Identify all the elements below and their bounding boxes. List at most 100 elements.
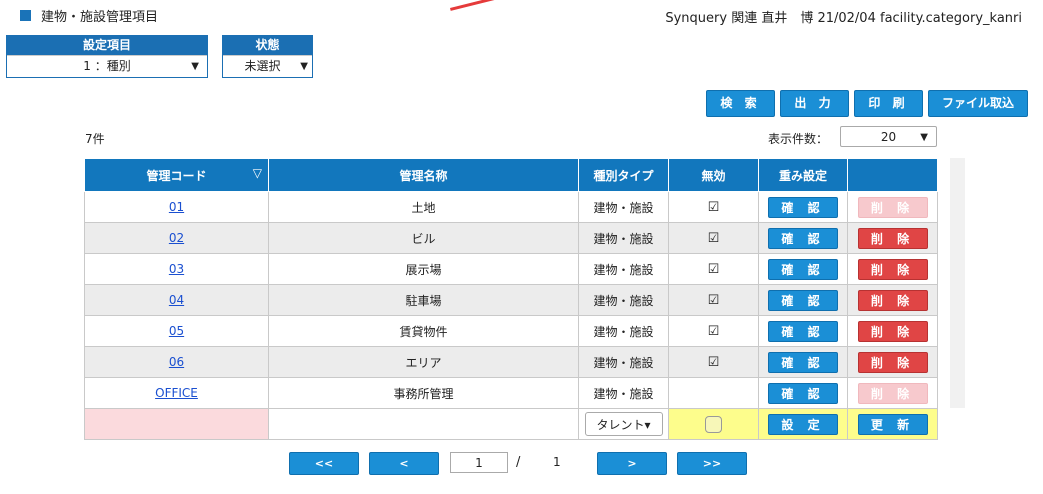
status-select[interactable]: 未選択 ▼ xyxy=(223,55,312,77)
category-table: 管理コード ▽ 管理名称 種別タイプ 無効 重み設定 01 土地 建物・施設 ☑ 確 認… xyxy=(84,158,938,440)
delete-button: 削 除 xyxy=(857,382,928,404)
delete-button[interactable]: 削 除 xyxy=(857,258,928,280)
confirm-button[interactable]: 確 認 xyxy=(768,196,838,218)
code-cell: 06 xyxy=(84,346,269,378)
confirm-button[interactable]: 確 認 xyxy=(768,351,838,373)
action-cell: 削 除 xyxy=(847,284,938,316)
confirm-button[interactable]: 確 認 xyxy=(768,227,838,249)
checkbox-checked-icon: ☑ xyxy=(707,261,720,277)
status-value: 未選択 xyxy=(244,59,281,73)
table-scrollbar[interactable] xyxy=(950,158,965,408)
confirm-button[interactable]: 確 認 xyxy=(768,258,838,280)
code-link[interactable]: 02 xyxy=(169,231,184,245)
delete-button[interactable]: 削 除 xyxy=(857,289,928,311)
code-cell: OFFICE xyxy=(84,377,269,409)
print-button[interactable]: 印 刷 xyxy=(854,90,923,117)
weight-cell: 確 認 xyxy=(758,377,848,409)
weight-cell: 確 認 xyxy=(758,346,848,378)
confirm-button[interactable]: 確 認 xyxy=(768,382,838,404)
action-cell: 削 除 xyxy=(847,191,938,223)
confirm-button[interactable]: 確 認 xyxy=(768,320,838,342)
setting-item-label: 設定項目 xyxy=(7,36,207,55)
code-cell: 03 xyxy=(84,253,269,285)
new-entry-row: タレント▾ 設 定 更 新 xyxy=(84,408,938,440)
table-row: 03 展示場 建物・施設 ☑ 確 認削 除 xyxy=(84,253,938,285)
name-cell: エリア xyxy=(268,346,579,378)
column-header-name: 管理名称 xyxy=(268,158,579,192)
type-cell: 建物・施設 xyxy=(578,346,669,378)
code-link[interactable]: OFFICE xyxy=(155,386,198,400)
setting-item-select[interactable]: 1 ：種別 ▼ xyxy=(7,55,207,77)
action-cell: 削 除 xyxy=(847,315,938,347)
column-header-type: 種別タイプ xyxy=(578,158,669,192)
disabled-cell: ☑ xyxy=(668,253,759,285)
set-button[interactable]: 設 定 xyxy=(768,413,838,435)
per-page-value: 20 xyxy=(880,130,897,144)
code-link[interactable]: 03 xyxy=(169,262,184,276)
name-cell: 賃貸物件 xyxy=(268,315,579,347)
status-filter: 状態 未選択 ▼ xyxy=(222,35,313,78)
output-button[interactable]: 出 力 xyxy=(780,90,849,117)
per-page-select[interactable]: 20 ▼ xyxy=(840,126,937,147)
new-disabled-checkbox[interactable] xyxy=(705,415,722,433)
weight-cell: 確 認 xyxy=(758,315,848,347)
checkbox-checked-icon: ☑ xyxy=(707,230,720,246)
delete-button[interactable]: 削 除 xyxy=(857,227,928,249)
code-link[interactable]: 04 xyxy=(169,293,184,307)
name-cell: 土地 xyxy=(268,191,579,223)
type-cell: 建物・施設 xyxy=(578,315,669,347)
weight-cell: 確 認 xyxy=(758,191,848,223)
action-cell: 削 除 xyxy=(847,346,938,378)
type-cell: 建物・施設 xyxy=(578,284,669,316)
name-cell: 展示場 xyxy=(268,253,579,285)
code-link[interactable]: 06 xyxy=(169,355,184,369)
new-code-input[interactable] xyxy=(84,408,269,440)
page-title: 建物・施設管理項目 xyxy=(41,10,159,25)
column-header-code[interactable]: 管理コード ▽ xyxy=(84,158,269,192)
column-header-disabled: 無効 xyxy=(668,158,759,192)
name-cell: 事務所管理 xyxy=(268,377,579,409)
column-header-weight: 重み設定 xyxy=(758,158,848,192)
delete-button[interactable]: 削 除 xyxy=(857,351,928,373)
code-link[interactable]: 01 xyxy=(169,200,184,214)
page-number-input[interactable]: 1 xyxy=(450,452,508,473)
table-row: 01 土地 建物・施設 ☑ 確 認削 除 xyxy=(84,191,938,223)
code-cell: 01 xyxy=(84,191,269,223)
table-header-row: 管理コード ▽ 管理名称 種別タイプ 無効 重み設定 xyxy=(84,158,938,192)
status-label: 状態 xyxy=(223,36,312,55)
code-link[interactable]: 05 xyxy=(169,324,184,338)
code-cell: 02 xyxy=(84,222,269,254)
code-cell: 05 xyxy=(84,315,269,347)
page-separator: / xyxy=(516,455,521,470)
confirm-button[interactable]: 確 認 xyxy=(768,289,838,311)
table-row: OFFICE 事務所管理 建物・施設 確 認削 除 xyxy=(84,377,938,409)
disabled-cell: ☑ xyxy=(668,191,759,223)
update-button[interactable]: 更 新 xyxy=(857,413,928,435)
new-name-input[interactable] xyxy=(268,408,579,440)
pager-next-button[interactable]: > xyxy=(597,452,667,475)
sort-triangle-icon[interactable]: ▽ xyxy=(253,166,262,180)
record-count: 7件 xyxy=(85,132,105,146)
disabled-cell: ☑ xyxy=(668,346,759,378)
per-page-label: 表示件数： xyxy=(768,132,829,146)
table-row: 02 ビル 建物・施設 ☑ 確 認削 除 xyxy=(84,222,938,254)
chevron-down-icon: ▼ xyxy=(300,61,308,72)
pager-last-button[interactable]: >> xyxy=(677,452,747,475)
name-cell: ビル xyxy=(268,222,579,254)
search-button[interactable]: 検 索 xyxy=(706,90,775,117)
action-cell: 削 除 xyxy=(847,377,938,409)
column-header-actions xyxy=(847,158,938,192)
disabled-cell: ☑ xyxy=(668,222,759,254)
page-total: 1 xyxy=(553,455,561,469)
new-type-select[interactable]: タレント▾ xyxy=(584,412,663,436)
file-import-button[interactable]: ファイル取込 xyxy=(928,90,1028,117)
checkbox-checked-icon: ☑ xyxy=(707,199,720,215)
pager-first-button[interactable]: << xyxy=(289,452,359,475)
pager-prev-button[interactable]: < xyxy=(369,452,439,475)
type-cell: 建物・施設 xyxy=(578,253,669,285)
table-row: 06 エリア 建物・施設 ☑ 確 認削 除 xyxy=(84,346,938,378)
checkbox-checked-icon: ☑ xyxy=(707,323,720,339)
delete-button[interactable]: 削 除 xyxy=(857,320,928,342)
table-row: 05 賃貸物件 建物・施設 ☑ 確 認削 除 xyxy=(84,315,938,347)
disabled-cell xyxy=(668,377,759,409)
